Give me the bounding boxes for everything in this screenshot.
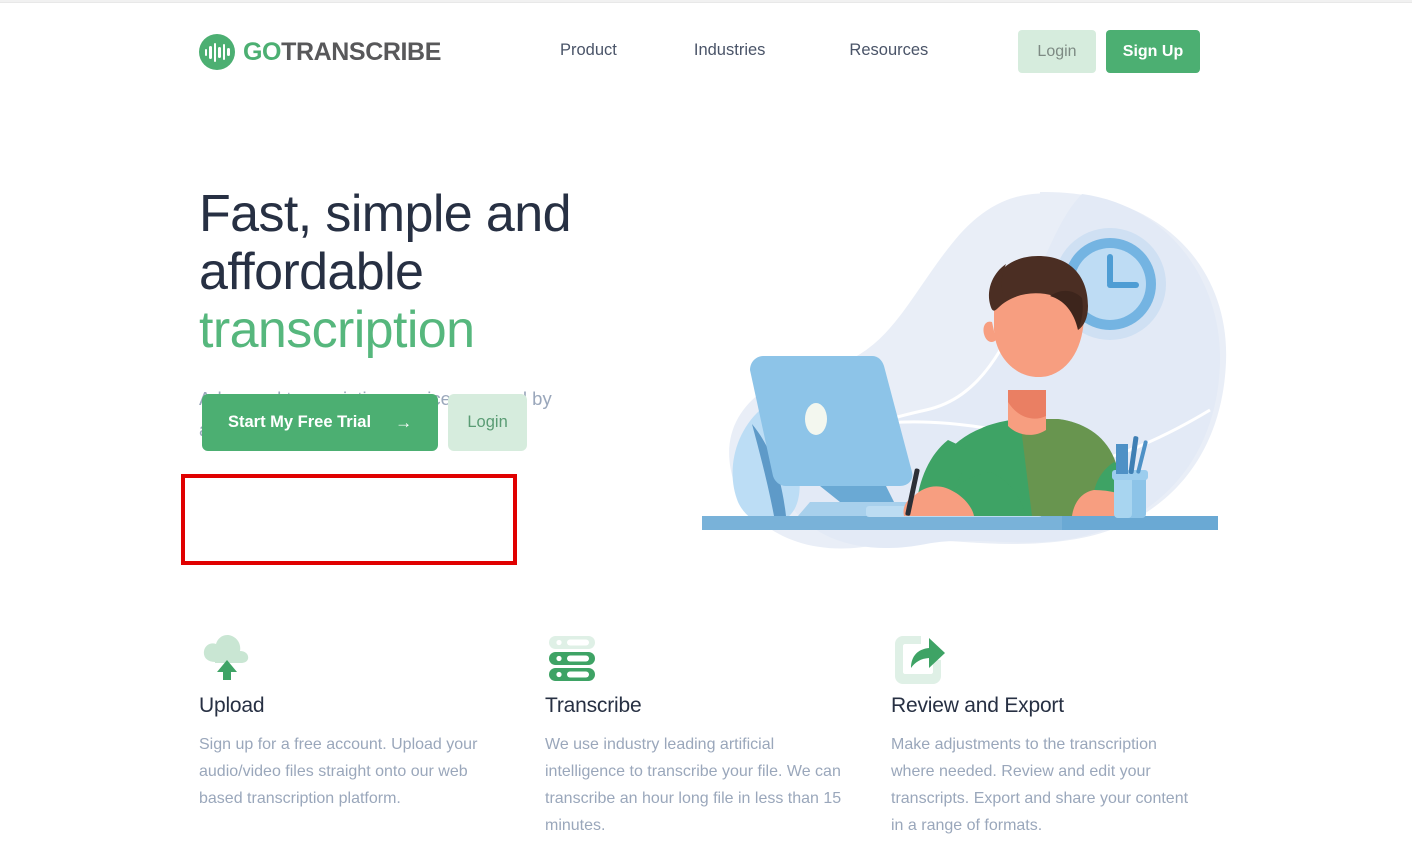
hero-heading: Fast, simple and affordable transcriptio… (199, 185, 669, 359)
brand-logo-go: GO (243, 37, 282, 66)
viewport-top-edge (0, 0, 1412, 3)
share-export-icon (891, 628, 1201, 684)
arrow-right-icon: → (395, 413, 413, 432)
feature-transcribe-title: Transcribe (545, 694, 642, 717)
hero-section: Fast, simple and affordable transcriptio… (0, 92, 1412, 592)
hero-login-button[interactable]: Login (448, 394, 528, 451)
feature-upload-title: Upload (199, 694, 265, 717)
feature-upload-text: Sign up for a free account. Upload your … (199, 736, 478, 807)
hero-heading-line1: Fast, simple and (199, 185, 572, 243)
nav-item-product[interactable]: Product (560, 41, 617, 60)
hero-heading-line2: affordable (199, 243, 424, 301)
server-stack-icon (545, 628, 855, 684)
feature-transcribe-text: We use industry leading artificial intel… (545, 736, 842, 834)
hero-cta-group: Start My Free Trial → Login (202, 394, 528, 451)
hero-heading-accent: transcription (199, 301, 475, 359)
header-signup-button[interactable]: Sign Up (1106, 30, 1200, 73)
brand-logo-text: GOTRANSCRIBE (243, 37, 441, 66)
feature-transcribe: Transcribe We use industry leading artif… (545, 628, 855, 839)
header-actions: Login Sign Up (1018, 30, 1200, 73)
start-free-trial-label: Start My Free Trial (228, 413, 372, 432)
feature-review-export-title: Review and Export (891, 694, 1064, 717)
feature-review-export-text: Make adjustments to the transcription wh… (891, 736, 1189, 834)
brand-logo[interactable]: GOTRANSCRIBE (199, 34, 441, 70)
start-free-trial-button[interactable]: Start My Free Trial → (202, 394, 439, 451)
site-header: GOTRANSCRIBE Product Industries Resource… (0, 4, 1412, 92)
main-navigation: Product Industries Resources (560, 41, 928, 60)
feature-review-export: Review and Export Make adjustments to th… (891, 628, 1201, 839)
waveform-icon (199, 34, 235, 70)
feature-upload: Upload Sign up for a free account. Uploa… (199, 628, 509, 812)
cloud-upload-icon (199, 628, 509, 684)
nav-item-resources[interactable]: Resources (849, 41, 928, 60)
header-login-button[interactable]: Login (1018, 30, 1096, 73)
nav-item-industries[interactable]: Industries (694, 41, 766, 60)
hero-illustration (690, 172, 1230, 612)
hero-copy: Fast, simple and affordable transcriptio… (199, 185, 669, 451)
brand-logo-transcribe: TRANSCRIBE (281, 37, 441, 66)
